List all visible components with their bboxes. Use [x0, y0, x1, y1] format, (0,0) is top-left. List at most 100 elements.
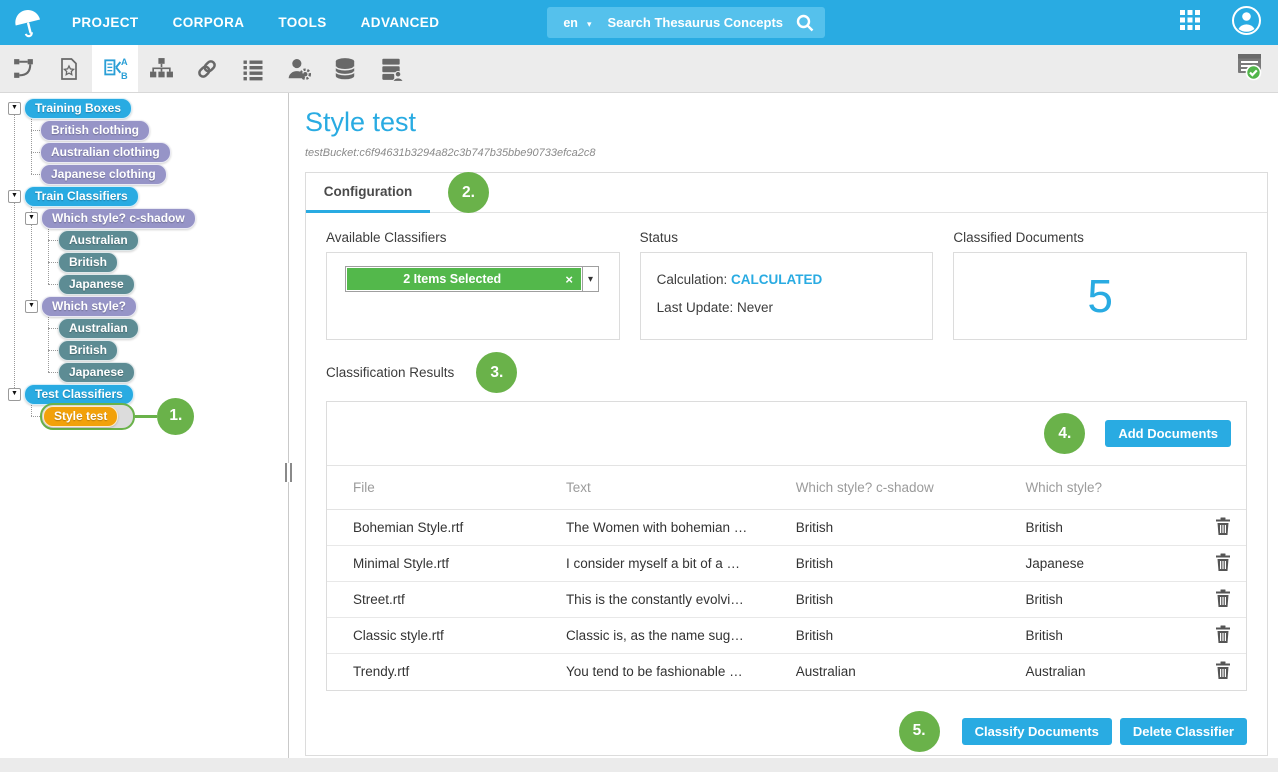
column-file: File	[327, 466, 566, 510]
tree-item-japanese-clothing: Japanese clothing	[0, 163, 288, 185]
umbrella-logo[interactable]	[10, 5, 46, 41]
text-cell: Classic is, as the name sug…	[566, 618, 796, 654]
language-caret-icon[interactable]	[578, 14, 592, 32]
pane-splitter-handle[interactable]	[285, 463, 292, 482]
bucket-id: testBucket:c6f94631b3294a82c3b747b35bbe9…	[305, 147, 1268, 159]
file-cell: Minimal Style.rtf	[327, 546, 566, 582]
annotation-step-1: 1.	[157, 398, 194, 435]
tree-node[interactable]: Japanese clothing	[40, 164, 167, 185]
clear-selection-icon[interactable]: ×	[557, 272, 581, 287]
tree-node[interactable]: Australian	[58, 230, 139, 251]
search-icon[interactable]	[795, 13, 815, 33]
annotation-step-5: 5.	[899, 711, 940, 752]
tree-node[interactable]: Japanese	[58, 274, 135, 295]
text-cell: The Women with bohemian …	[566, 510, 796, 546]
expand-arrow-icon[interactable]	[8, 190, 21, 203]
database-icon[interactable]	[322, 45, 368, 92]
curve-connector-icon[interactable]	[0, 45, 46, 92]
classifier1-cell: British	[796, 546, 1026, 582]
classification-results-label: Classification Results	[326, 365, 454, 380]
tree-node[interactable]: Japanese	[58, 362, 135, 383]
column-text: Text	[566, 466, 796, 510]
trash-icon[interactable]	[1215, 517, 1231, 538]
tree-item-which-style-c-shadow: Which style? c-shadow	[0, 207, 288, 229]
text-cell: I consider myself a bit of a …	[566, 546, 796, 582]
file-cell: Classic style.rtf	[327, 618, 566, 654]
apps-grid-icon[interactable]	[1179, 9, 1201, 36]
server-user-icon[interactable]	[368, 45, 414, 92]
sitemap-icon[interactable]	[138, 45, 184, 92]
classifier2-cell: British	[1025, 510, 1200, 546]
tree-node[interactable]: Train Classifiers	[24, 186, 139, 207]
list-icon[interactable]	[230, 45, 276, 92]
expand-arrow-icon[interactable]	[8, 388, 21, 401]
file-cell: Street.rtf	[327, 582, 566, 618]
tree-item-train-classifiers: Train Classifiers	[0, 185, 288, 207]
results-table: File Text Which style? c-shadow Which st…	[327, 465, 1246, 690]
trash-icon[interactable]	[1215, 661, 1231, 682]
table-header-row: File Text Which style? c-shadow Which st…	[327, 466, 1246, 510]
classifier2-cell: Japanese	[1025, 546, 1200, 582]
classifier2-cell: British	[1025, 582, 1200, 618]
tree-node[interactable]: British clothing	[40, 120, 150, 141]
table-row: Classic style.rtf Classic is, as the nam…	[327, 618, 1246, 654]
annotation-connector	[135, 415, 157, 418]
tree-node[interactable]: British	[58, 252, 118, 273]
menu-advanced[interactable]: ADVANCED	[361, 15, 440, 30]
trash-icon[interactable]	[1215, 589, 1231, 610]
search-language-selector[interactable]: en	[563, 16, 578, 30]
file-cell: Bohemian Style.rtf	[327, 510, 566, 546]
selection-count: 2 Items Selected	[347, 272, 557, 286]
thesaurus-search-box[interactable]: en Search Thesaurus Concepts	[547, 7, 825, 38]
expand-arrow-icon[interactable]	[25, 300, 38, 313]
trash-icon[interactable]	[1215, 553, 1231, 574]
status-section: Status Calculation: CALCULATED Last Upda…	[640, 230, 934, 340]
expand-arrow-icon[interactable]	[25, 212, 38, 225]
text-cell: You tend to be fashionable …	[566, 654, 796, 690]
classifier-multiselect[interactable]: 2 Items Selected ×	[345, 266, 599, 292]
search-input[interactable]: Search Thesaurus Concepts	[607, 15, 795, 30]
tree-node[interactable]: British	[58, 340, 118, 361]
add-documents-button[interactable]: Add Documents	[1105, 420, 1231, 447]
document-check-icon[interactable]	[1235, 52, 1264, 86]
calculation-status: Calculation: CALCULATED	[657, 272, 933, 287]
delete-classifier-button[interactable]: Delete Classifier	[1120, 718, 1247, 745]
available-classifiers-section: Available Classifiers 2 Items Selected ×	[326, 230, 620, 340]
tree-node[interactable]: Australian clothing	[40, 142, 171, 163]
menu-project[interactable]: PROJECT	[72, 15, 139, 30]
results-table-card: 4. Add Documents File Text Which style? …	[326, 401, 1247, 691]
dropdown-caret-icon[interactable]	[582, 267, 598, 291]
column-which-style: Which style?	[1025, 466, 1200, 510]
text-cell: This is the constantly evolvi…	[566, 582, 796, 618]
table-row: Minimal Style.rtf I consider myself a bi…	[327, 546, 1246, 582]
menu-corpora[interactable]: CORPORA	[173, 15, 245, 30]
tree-item-british-clothing: British clothing	[0, 119, 288, 141]
tree-node-selected[interactable]: Style test	[43, 406, 118, 427]
classify-documents-button[interactable]: Classify Documents	[962, 718, 1112, 745]
tree-node[interactable]: Which style? c-shadow	[41, 208, 196, 229]
user-gear-icon[interactable]	[276, 45, 322, 92]
trash-icon[interactable]	[1215, 625, 1231, 646]
classifier2-cell: Australian	[1025, 654, 1200, 690]
last-update-status: Last Update: Never	[657, 300, 933, 315]
classifier-ab-icon[interactable]: A B	[92, 45, 138, 92]
last-update-value: Never	[737, 300, 773, 315]
document-star-icon[interactable]	[46, 45, 92, 92]
tree-node[interactable]: Training Boxes	[24, 98, 132, 119]
classifier1-cell: British	[796, 510, 1026, 546]
tab-strip: Configuration 2.	[306, 173, 1267, 213]
tree-node[interactable]: Australian	[58, 318, 139, 339]
selected-node-highlight: Style test	[40, 403, 135, 430]
table-row: Bohemian Style.rtf The Women with bohemi…	[327, 510, 1246, 546]
tab-configuration[interactable]: Configuration	[306, 173, 430, 213]
user-account-icon[interactable]	[1231, 5, 1262, 41]
tree-node[interactable]: Test Classifiers	[24, 384, 134, 405]
tree-item-british-2: British	[0, 339, 288, 361]
tree-item-japanese-2: Japanese	[0, 361, 288, 383]
tree-node[interactable]: Which style?	[41, 296, 137, 317]
expand-arrow-icon[interactable]	[8, 102, 21, 115]
menu-tools[interactable]: TOOLS	[278, 15, 326, 30]
link-icon[interactable]	[184, 45, 230, 92]
classified-documents-section: Classified Documents 5	[953, 230, 1247, 340]
annotation-step-2: 2.	[448, 172, 489, 213]
